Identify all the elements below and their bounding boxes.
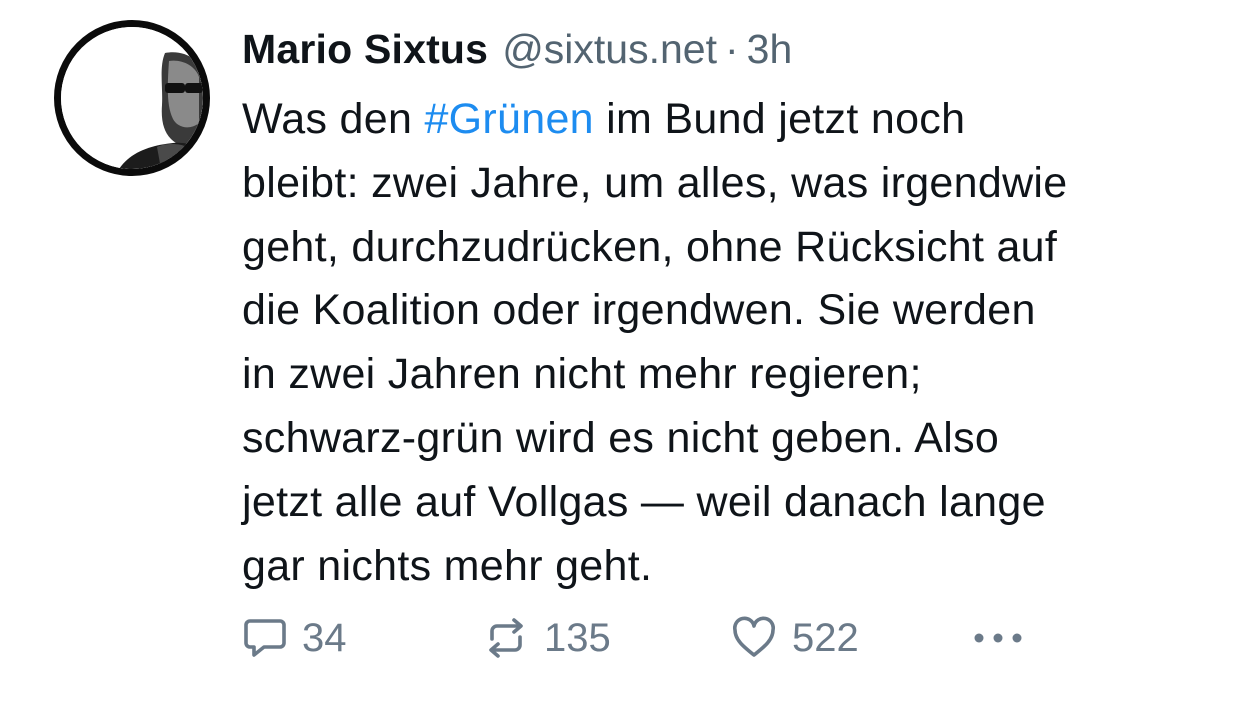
post-text-line: gar nichts mehr geht. [242, 541, 653, 590]
post-text-line: Was den #Grünen im Bund jetzt noch [242, 88, 1232, 152]
avatar[interactable] [54, 20, 210, 176]
more-options-button[interactable] [972, 612, 1024, 664]
reply-button[interactable]: 34 [242, 612, 347, 664]
post-text-line: jetzt alle auf Vollgas — weil danach lan… [242, 477, 1046, 526]
more-dots-icon [972, 628, 1024, 648]
post-text-line: schwarz-grün wird es nicht geben. Also [242, 413, 1000, 462]
post-header: Mario Sixtus @sixtus.net · 3h [242, 22, 792, 76]
repost-count: 135 [544, 615, 611, 660]
post-text-line: geht, durchzudrücken, ohne Rücksicht auf [242, 222, 1058, 271]
like-count: 522 [792, 615, 859, 660]
text-segment: Was den [242, 95, 425, 143]
author-name[interactable]: Mario Sixtus [242, 26, 488, 72]
like-button[interactable]: 522 [730, 612, 859, 664]
post-text-line: die Koalition oder irgendwen. Sie werden [242, 286, 1036, 335]
post-text: Was den #Grünen im Bund jetzt noch bleib… [242, 88, 1232, 598]
timestamp[interactable]: 3h [747, 26, 793, 72]
avatar-photo [61, 27, 203, 169]
text-segment: im Bund jetzt noch [593, 95, 966, 143]
repost-arrows-icon [482, 615, 530, 661]
post: Mario Sixtus @sixtus.net · 3h Was den #Grün… [0, 0, 1242, 705]
author-handle[interactable]: @sixtus.net [502, 26, 717, 72]
reply-count: 34 [302, 615, 347, 660]
hashtag-link[interactable]: #Grünen [424, 95, 593, 143]
repost-button[interactable]: 135 [482, 612, 611, 664]
post-text-line: in zwei Jahren nicht mehr regieren; [242, 350, 922, 399]
speech-bubble-icon [242, 615, 288, 661]
post-text-line: bleibt: zwei Jahre, um alles, was irgend… [242, 158, 1068, 207]
heart-icon [730, 615, 778, 661]
separator-dot: · [725, 26, 739, 72]
action-bar: 34 135 522 [242, 612, 1042, 664]
